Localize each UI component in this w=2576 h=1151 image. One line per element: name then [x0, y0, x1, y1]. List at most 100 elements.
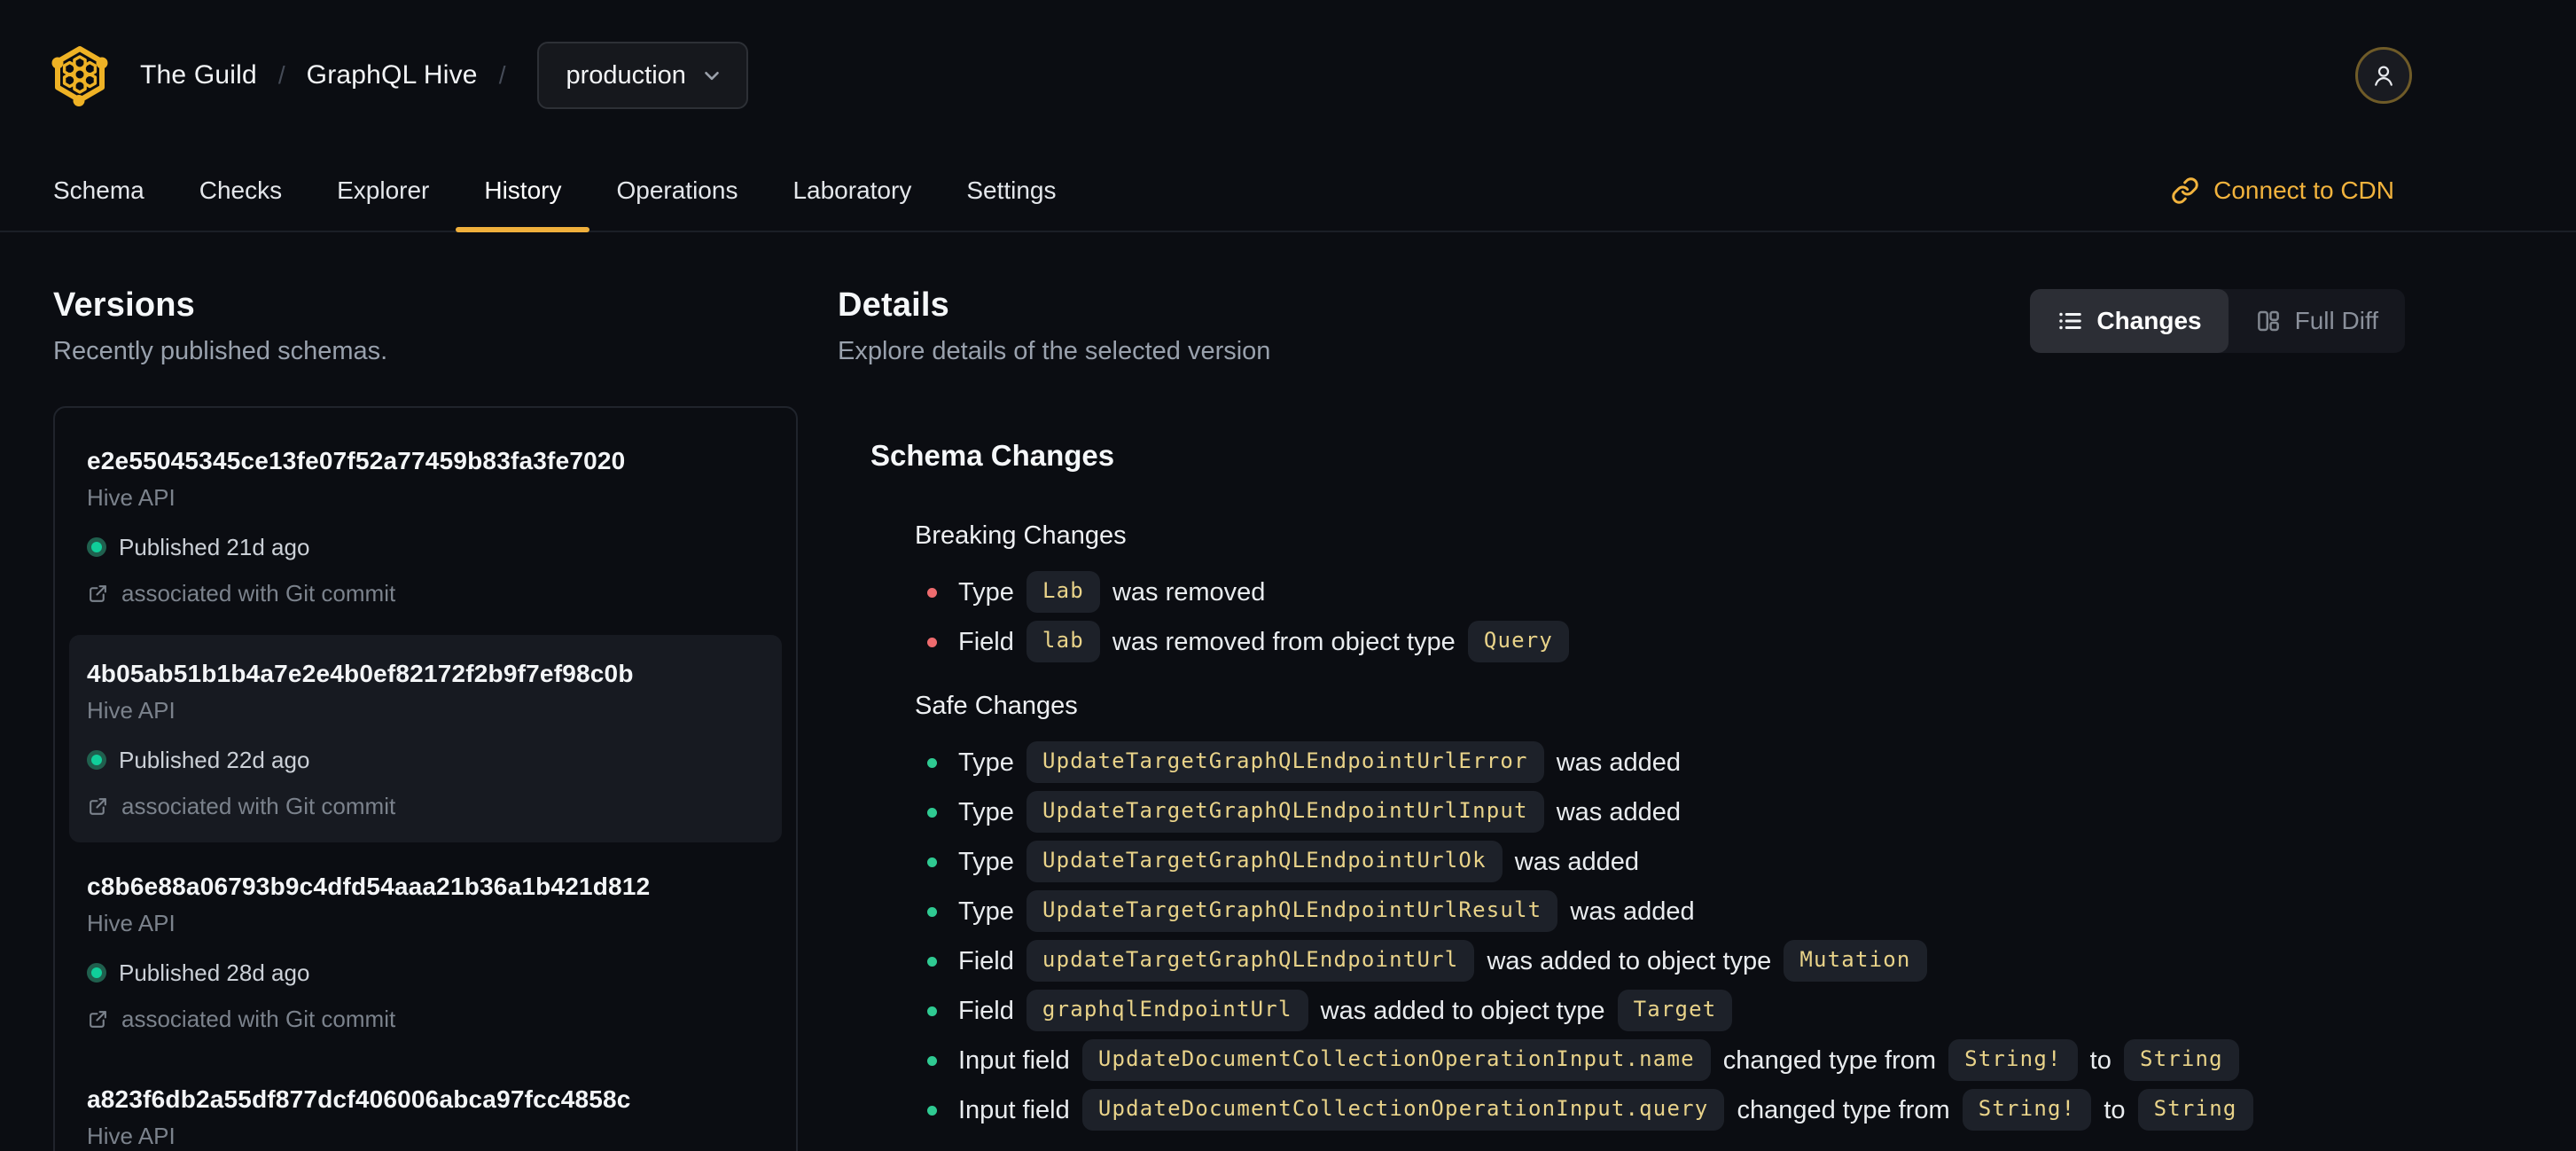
- safe-change-item: Input field UpdateDocumentCollectionOper…: [915, 1085, 2405, 1135]
- account-avatar-button[interactable]: [2355, 47, 2412, 104]
- code-chip: Target: [1617, 989, 1733, 1031]
- versions-header: Versions Recently published schemas.: [53, 286, 798, 367]
- code-chip: Query: [1467, 620, 1570, 662]
- bullet-dot: [927, 857, 937, 867]
- code-chip: UpdateTargetGraphQLEndpointUrlInput: [1026, 790, 1544, 833]
- tab-laboratory[interactable]: Laboratory: [792, 151, 911, 231]
- full-diff-view-button[interactable]: Full Diff: [2229, 289, 2405, 353]
- change-text: was added to object type: [1479, 947, 1779, 975]
- change-description: Input field UpdateDocumentCollectionOper…: [958, 1036, 2244, 1085]
- chevron-down-icon: [700, 64, 723, 87]
- code-chip: Lab: [1026, 570, 1100, 613]
- git-association-text: associated with Git commit: [121, 580, 396, 607]
- safe-change-item: Input field UpdateDocumentCollectionOper…: [915, 1036, 2405, 1085]
- change-text: was removed from object type: [1105, 628, 1463, 656]
- list-icon: [2059, 312, 2082, 330]
- version-list-item[interactable]: c8b6e88a06793b9c4dfd54aaa21b36a1b421d812…: [69, 848, 782, 1055]
- change-text: Input field: [958, 1046, 1077, 1075]
- details-title: Details: [838, 286, 950, 324]
- tab-settings[interactable]: Settings: [966, 151, 1056, 231]
- change-text: was removed: [1105, 578, 1266, 607]
- change-text: was added: [1549, 798, 1681, 826]
- details-subtitle: Explore details of the selected version: [838, 337, 1271, 365]
- version-service: Hive API: [87, 1123, 176, 1149]
- version-hash: c8b6e88a06793b9c4dfd54aaa21b36a1b421d812: [87, 873, 651, 900]
- version-hash: a823f6db2a55df877dcf406006abca97fcc4858c: [87, 1085, 631, 1113]
- change-text: Field: [958, 947, 1021, 975]
- full-diff-view-label: Full Diff: [2294, 307, 2378, 334]
- change-text: Type: [958, 578, 1021, 607]
- versions-title: Versions: [53, 286, 196, 324]
- change-text: changed type from: [1715, 1046, 1944, 1075]
- breaking-changes-title: Breaking Changes: [915, 521, 1127, 550]
- version-list-item[interactable]: e2e55045345ce13fe07f52a77459b83fa3fe7020…: [69, 422, 782, 630]
- change-description: Field lab was removed from object type Q…: [958, 617, 1574, 667]
- change-description: Type Lab was removed: [958, 568, 1265, 617]
- code-chip: UpdateTargetGraphQLEndpointUrlError: [1026, 740, 1544, 783]
- tab-history[interactable]: History: [456, 151, 590, 232]
- tab-operations[interactable]: Operations: [616, 151, 738, 231]
- git-row[interactable]: associated with Git commit: [87, 1004, 764, 1034]
- version-list-item[interactable]: a823f6db2a55df877dcf406006abca97fcc4858c…: [69, 1061, 782, 1151]
- safe-change-item: Field updateTargetGraphQLEndpointUrl was…: [915, 936, 2405, 986]
- change-text: changed type from: [1729, 1096, 1957, 1124]
- project-tabs-bar: Schema Checks Explorer History Operation…: [0, 151, 2576, 232]
- versions-list: e2e55045345ce13fe07f52a77459b83fa3fe7020…: [53, 406, 798, 1151]
- git-row[interactable]: associated with Git commit: [87, 791, 764, 821]
- connect-to-cdn-label: Connect to CDN: [2213, 176, 2394, 204]
- git-association-text: associated with Git commit: [121, 1006, 396, 1032]
- change-text: to: [2082, 1046, 2119, 1075]
- versions-panel: Versions Recently published schemas. e2e…: [53, 286, 798, 1151]
- tab-explorer[interactable]: Explorer: [337, 151, 429, 231]
- project-link[interactable]: GraphQL Hive: [307, 60, 478, 90]
- version-hash: 4b05ab51b1b4a7e2e4b0ef82172f2b9f7ef98c0b: [87, 660, 634, 687]
- code-chip: String!: [1962, 1088, 2092, 1131]
- org-link[interactable]: The Guild: [140, 60, 257, 90]
- changes-view-label: Changes: [2096, 307, 2202, 334]
- safe-change-item: Field graphqlEndpointUrl was added to ob…: [915, 986, 2405, 1036]
- tab-checks[interactable]: Checks: [199, 151, 282, 231]
- published-text: Published 28d ago: [119, 959, 310, 986]
- change-text: Type: [958, 848, 1021, 876]
- bullet-dot: [927, 757, 937, 768]
- bullet-dot: [927, 587, 937, 598]
- change-description: Type UpdateTargetGraphQLEndpointUrlError…: [958, 738, 1681, 787]
- published-row: Published 21d ago: [87, 532, 764, 562]
- code-chip: UpdateDocumentCollectionOperationInput.q…: [1081, 1088, 1725, 1131]
- breadcrumb-separator: /: [277, 61, 285, 89]
- code-chip: UpdateTargetGraphQLEndpointUrlResult: [1026, 889, 1558, 932]
- changes-view-button[interactable]: Changes: [2030, 289, 2229, 353]
- view-toggle: Changes Full Diff: [2030, 289, 2405, 353]
- bullet-dot: [927, 637, 937, 647]
- breaking-changes-list: Type Lab was removed Field lab was remov…: [915, 568, 2405, 667]
- published-text: Published 21d ago: [119, 534, 310, 560]
- schema-changes-section: Schema Changes Breaking Changes Type Lab…: [870, 436, 2405, 1135]
- version-hash: e2e55045345ce13fe07f52a77459b83fa3fe7020: [87, 447, 626, 474]
- top-header: The Guild / GraphQL Hive / production: [0, 0, 2576, 151]
- change-description: Type UpdateTargetGraphQLEndpointUrlOk wa…: [958, 837, 1639, 887]
- bullet-dot: [927, 1105, 937, 1116]
- code-chip: String!: [1948, 1038, 2078, 1081]
- schema-changes-title: Schema Changes: [870, 439, 1115, 472]
- target-selector-dropdown[interactable]: production: [537, 42, 748, 109]
- version-service: Hive API: [87, 910, 176, 936]
- external-link-icon: [90, 797, 106, 815]
- safe-change-item: Type UpdateTargetGraphQLEndpointUrlOk wa…: [915, 837, 2405, 887]
- breaking-change-item: Field lab was removed from object type Q…: [915, 617, 2405, 667]
- columns-icon: [2257, 310, 2279, 332]
- published-dot-icon: [87, 750, 106, 770]
- hive-honeycomb-logo-icon[interactable]: [51, 44, 108, 106]
- published-row: Published 22d ago: [87, 745, 764, 775]
- tab-schema[interactable]: Schema: [53, 151, 144, 231]
- connect-to-cdn-link[interactable]: Connect to CDN: [2171, 151, 2394, 231]
- code-chip: lab: [1026, 620, 1100, 662]
- version-list-item-selected[interactable]: 4b05ab51b1b4a7e2e4b0ef82172f2b9f7ef98c0b…: [69, 635, 782, 842]
- code-chip: updateTargetGraphQLEndpointUrl: [1026, 939, 1475, 982]
- git-row[interactable]: associated with Git commit: [87, 578, 764, 608]
- user-icon: [2375, 66, 2393, 86]
- tabs: Schema Checks Explorer History Operation…: [53, 151, 1057, 232]
- change-text: to: [2096, 1096, 2133, 1124]
- code-chip: String: [2137, 1088, 2253, 1131]
- safe-change-item: Type UpdateTargetGraphQLEndpointUrlError…: [915, 738, 2405, 787]
- version-service: Hive API: [87, 484, 176, 511]
